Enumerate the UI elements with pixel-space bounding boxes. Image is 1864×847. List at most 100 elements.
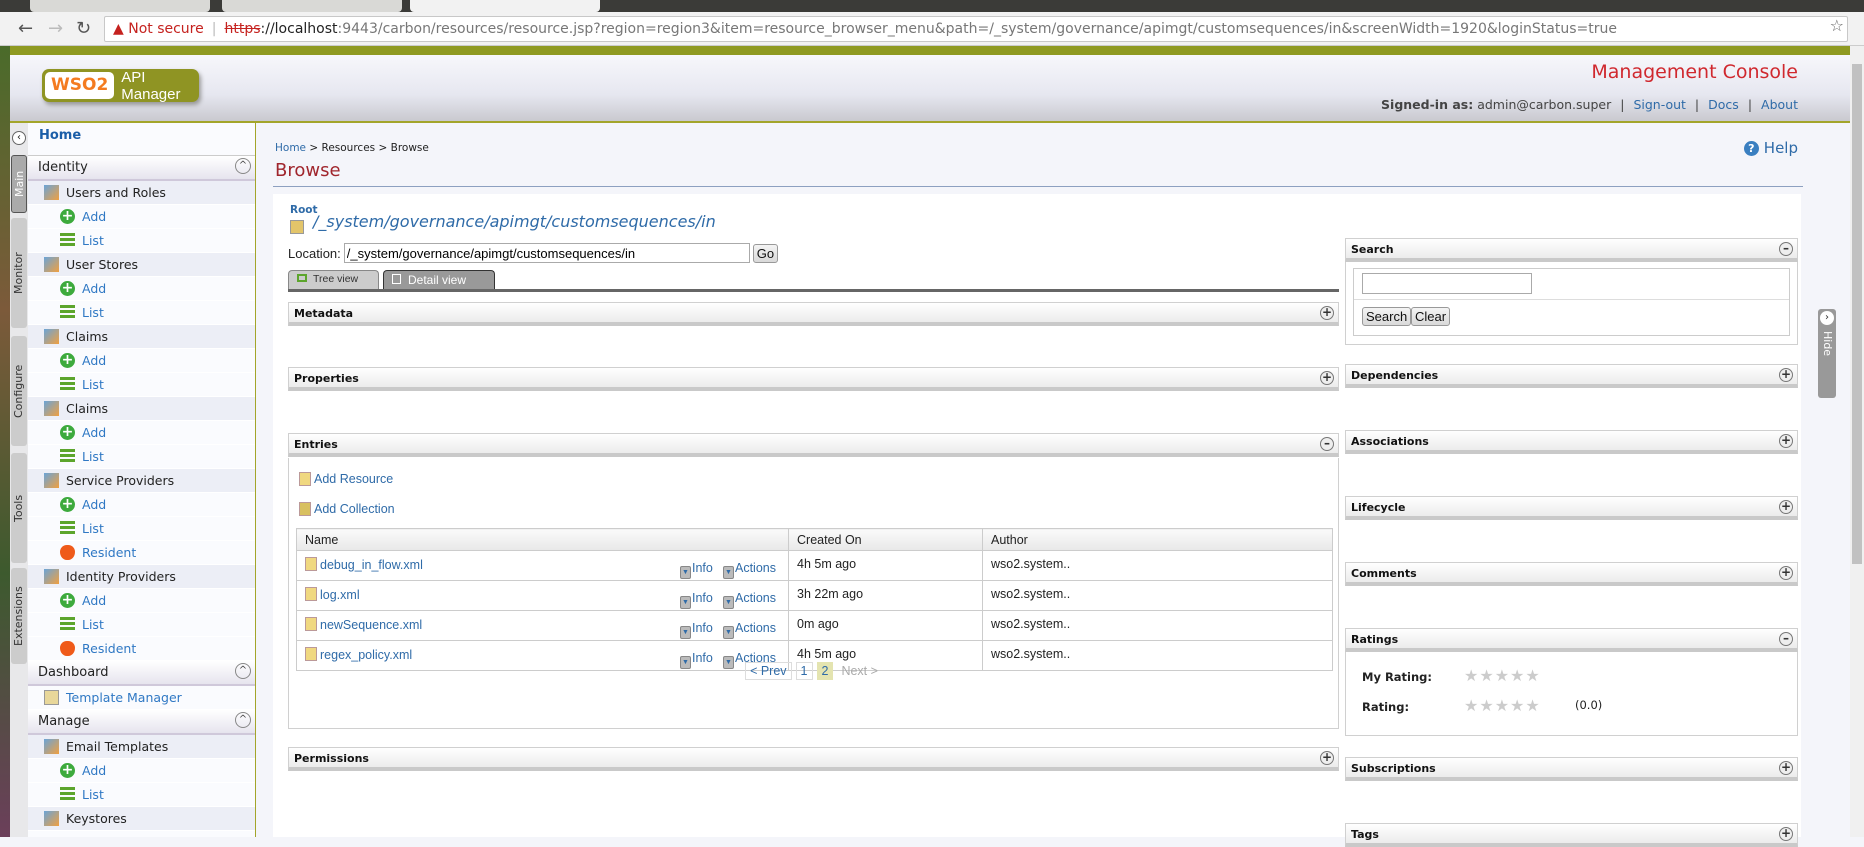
add-collection-link[interactable]: Add Collection bbox=[299, 502, 395, 516]
go-button[interactable]: Go bbox=[752, 243, 779, 263]
sidebar-item-list[interactable]: List bbox=[28, 613, 255, 637]
sign-out-link[interactable]: Sign-out bbox=[1633, 97, 1685, 112]
sidebar-home[interactable]: Home bbox=[28, 123, 255, 156]
my-rating-stars[interactable]: ★★★★★ bbox=[1464, 666, 1541, 685]
vtab-monitor[interactable]: Monitor bbox=[11, 218, 27, 328]
star-icon[interactable]: ★ bbox=[1495, 666, 1510, 685]
breadcrumb-home[interactable]: Home bbox=[275, 142, 306, 154]
comments-panel-header[interactable]: Comments + bbox=[1345, 562, 1798, 586]
docs-link[interactable]: Docs bbox=[1708, 97, 1739, 112]
current-path[interactable]: /_system/governance/apimgt/customsequenc… bbox=[313, 212, 716, 231]
expand-icon[interactable]: + bbox=[1779, 500, 1793, 514]
page-2-button[interactable]: 2 bbox=[816, 662, 834, 680]
tab-detail-view[interactable]: Detail view bbox=[383, 270, 495, 289]
sidebar-group-email-templates[interactable]: Email Templates bbox=[28, 735, 255, 759]
expand-icon[interactable]: + bbox=[1779, 827, 1793, 841]
browser-tab[interactable] bbox=[30, 0, 210, 12]
expand-icon[interactable]: + bbox=[1779, 761, 1793, 775]
sidebar-group-identity-providers[interactable]: Identity Providers bbox=[28, 565, 255, 589]
collapse-section-icon[interactable]: ^ bbox=[235, 663, 251, 679]
sidebar-group-claims[interactable]: Claims bbox=[28, 325, 255, 349]
bookmark-star-icon[interactable]: ☆ bbox=[1830, 16, 1844, 35]
tab-tree-view[interactable]: Tree view bbox=[288, 270, 379, 289]
search-input[interactable] bbox=[1362, 273, 1532, 294]
hide-right-panel-tab[interactable]: › Hide bbox=[1818, 309, 1836, 398]
sidebar-section-manage[interactable]: Manage ^ bbox=[28, 710, 255, 735]
sidebar-group-users-and-roles[interactable]: Users and Roles bbox=[28, 181, 255, 205]
help-link[interactable]: ? Help bbox=[1743, 139, 1798, 157]
vtab-tools[interactable]: Tools bbox=[11, 453, 27, 563]
tags-panel-header[interactable]: Tags + bbox=[1345, 823, 1798, 847]
resource-link[interactable]: log.xml bbox=[320, 588, 360, 602]
collapse-section-icon[interactable]: ^ bbox=[235, 712, 251, 728]
vtab-main[interactable]: Main bbox=[11, 155, 27, 213]
sidebar-group-keystores[interactable]: Keystores bbox=[28, 807, 255, 831]
sidebar-group-claims[interactable]: Claims bbox=[28, 397, 255, 421]
sidebar-section-identity[interactable]: Identity ^ bbox=[28, 156, 255, 181]
sidebar-item-add[interactable]: Add bbox=[28, 420, 255, 445]
associations-panel-header[interactable]: Associations + bbox=[1345, 430, 1798, 454]
actions-dropdown[interactable]: ▼ Actions bbox=[723, 561, 776, 579]
expand-icon[interactable]: + bbox=[1779, 566, 1793, 580]
ratings-panel-header[interactable]: Ratings – bbox=[1345, 628, 1798, 652]
info-dropdown[interactable]: ▼ Info bbox=[680, 621, 713, 639]
url-input[interactable]: ▲ Not secure | https://localhost:9443/carb… bbox=[104, 16, 1848, 42]
sidebar-item-list[interactable]: List bbox=[28, 301, 255, 325]
expand-icon[interactable]: + bbox=[1320, 306, 1334, 320]
sidebar-item-list[interactable]: List bbox=[28, 783, 255, 807]
properties-panel-header[interactable]: Properties + bbox=[288, 367, 1339, 391]
star-icon[interactable]: ★ bbox=[1479, 666, 1494, 685]
sidebar-item-add[interactable]: Add bbox=[28, 758, 255, 783]
search-panel-header[interactable]: Search – bbox=[1345, 238, 1798, 262]
page-scrollbar[interactable] bbox=[1850, 46, 1864, 837]
sidebar-item-resident[interactable]: Resident bbox=[28, 541, 255, 565]
vtab-extensions[interactable]: Extensions bbox=[11, 568, 27, 664]
collapse-section-icon[interactable]: ^ bbox=[235, 158, 251, 174]
expand-icon[interactable]: + bbox=[1779, 434, 1793, 448]
clear-button[interactable]: Clear bbox=[1411, 307, 1451, 326]
sidebar-item-add[interactable]: Add bbox=[28, 276, 255, 301]
star-icon[interactable]: ★ bbox=[1510, 666, 1525, 685]
sidebar-item-list[interactable]: List bbox=[28, 229, 255, 253]
expand-icon[interactable]: + bbox=[1320, 751, 1334, 765]
sidebar-item-list[interactable]: List bbox=[28, 445, 255, 469]
back-icon[interactable]: ← bbox=[18, 18, 33, 39]
collapse-icon[interactable]: – bbox=[1779, 632, 1793, 646]
browser-tab-active[interactable] bbox=[410, 0, 600, 12]
star-icon[interactable]: ★ bbox=[1525, 666, 1540, 685]
forward-icon[interactable]: → bbox=[48, 18, 63, 39]
prev-page-button[interactable]: < Prev bbox=[745, 662, 792, 680]
collapse-icon[interactable]: – bbox=[1779, 242, 1793, 256]
lifecycle-panel-header[interactable]: Lifecycle + bbox=[1345, 496, 1798, 520]
resource-link[interactable]: newSequence.xml bbox=[320, 618, 422, 632]
actions-dropdown[interactable]: ▼ Actions bbox=[723, 591, 776, 609]
info-dropdown[interactable]: ▼ Info bbox=[680, 591, 713, 609]
sidebar-group-user-stores[interactable]: User Stores bbox=[28, 253, 255, 277]
sidebar-item-template-manager[interactable]: Template Manager bbox=[28, 686, 255, 710]
resource-link[interactable]: debug_in_flow.xml bbox=[320, 558, 423, 572]
add-resource-link[interactable]: Add Resource bbox=[299, 472, 393, 486]
sidebar-section-dashboard[interactable]: Dashboard ^ bbox=[28, 661, 255, 686]
collapse-menu-icon[interactable]: ‹ bbox=[12, 131, 26, 145]
sidebar-item-list[interactable]: List bbox=[28, 373, 255, 397]
sidebar-item-resident[interactable]: Resident bbox=[28, 637, 255, 661]
about-link[interactable]: About bbox=[1761, 97, 1798, 112]
reload-icon[interactable]: ↻ bbox=[76, 18, 91, 39]
star-icon[interactable]: ★ bbox=[1464, 666, 1479, 685]
wso2-api-manager-logo[interactable]: WSO2 API Manager bbox=[42, 69, 199, 103]
expand-icon[interactable]: + bbox=[1779, 368, 1793, 382]
info-dropdown[interactable]: ▼ Info bbox=[680, 561, 713, 579]
metadata-panel-header[interactable]: Metadata + bbox=[288, 302, 1339, 326]
sidebar-item-add[interactable]: Add bbox=[28, 204, 255, 229]
search-button[interactable]: Search bbox=[1362, 307, 1412, 326]
sidebar-item-add[interactable]: Add bbox=[28, 588, 255, 613]
page-1-button[interactable]: 1 bbox=[795, 662, 813, 680]
resource-link[interactable]: regex_policy.xml bbox=[320, 648, 412, 662]
sidebar-item-add[interactable]: Add bbox=[28, 492, 255, 517]
subscriptions-panel-header[interactable]: Subscriptions + bbox=[1345, 757, 1798, 781]
location-input[interactable] bbox=[343, 243, 750, 263]
collapse-icon[interactable]: – bbox=[1320, 437, 1334, 451]
scrollbar-thumb[interactable] bbox=[1852, 64, 1862, 564]
entries-panel-header[interactable]: Entries – bbox=[288, 433, 1339, 457]
sidebar-item-add[interactable]: Add bbox=[28, 348, 255, 373]
